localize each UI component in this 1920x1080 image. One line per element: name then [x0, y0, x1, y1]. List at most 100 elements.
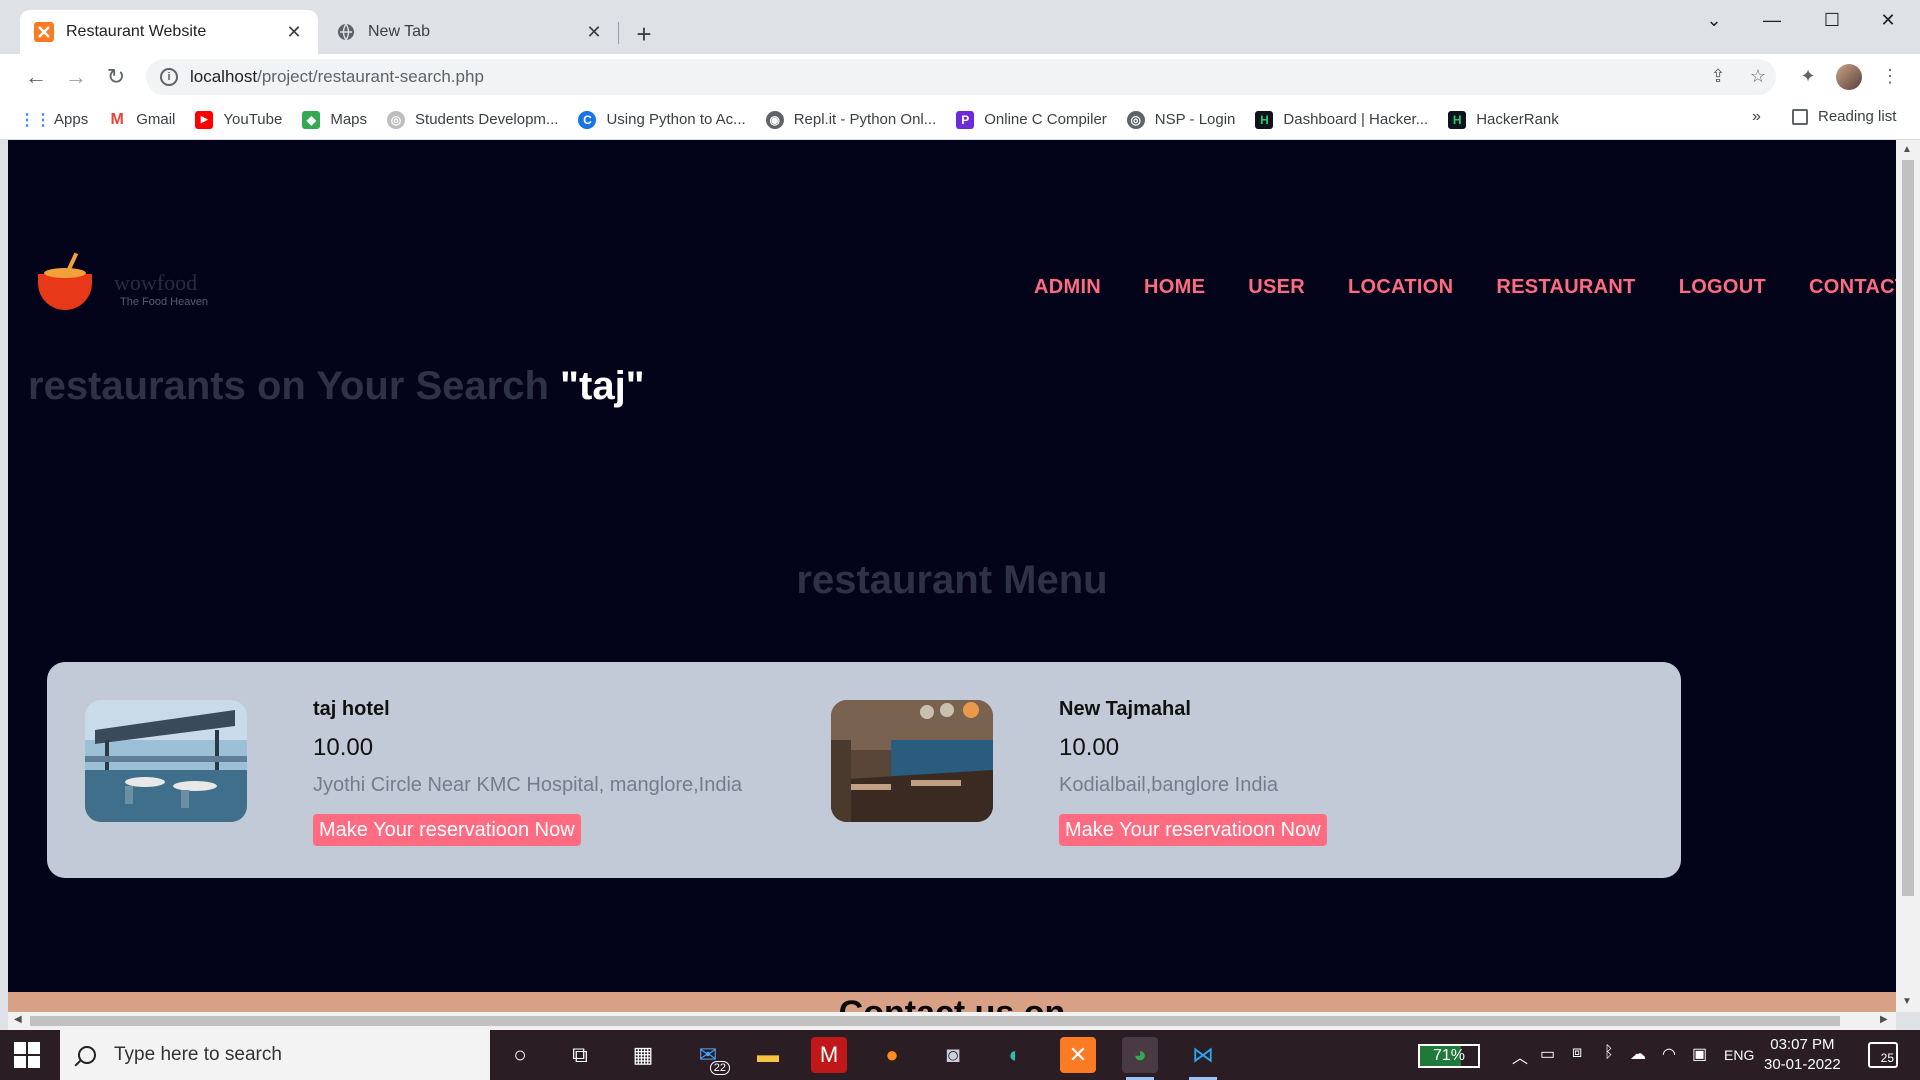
- logo-tagline: The Food Heaven: [120, 296, 209, 308]
- bookmark-apps[interactable]: ⋮⋮ Apps: [19, 111, 89, 129]
- onedrive-cloud-icon[interactable]: ☁: [1630, 1044, 1646, 1064]
- microsoft-store-icon[interactable]: ▦: [625, 1037, 661, 1073]
- compiler-icon: P: [956, 110, 975, 129]
- mail-badge: 22: [709, 1061, 730, 1075]
- forward-arrow-icon[interactable]: →: [60, 61, 92, 93]
- bluetooth-icon[interactable]: ᛒ: [1604, 1044, 1614, 1062]
- maximize-icon[interactable]: ☐: [1804, 0, 1860, 40]
- address-bar[interactable]: i localhost/project/restaurant-search.ph…: [146, 59, 1776, 95]
- tab-new-tab[interactable]: New Tab ✕: [322, 10, 618, 54]
- taskbar-search-box[interactable]: Type here to search: [60, 1030, 490, 1080]
- system-clock[interactable]: 03:07 PM 30-01-2022: [1764, 1035, 1841, 1075]
- windows-start-icon[interactable]: [14, 1042, 40, 1068]
- bookmark-hackerrank[interactable]: H HackerRank: [1448, 110, 1559, 129]
- nav-contact[interactable]: CONTACT: [1809, 276, 1896, 299]
- tab-restaurant-website[interactable]: Restaurant Website ✕: [20, 10, 318, 54]
- vscode-icon[interactable]: ⋈: [1185, 1037, 1221, 1080]
- contact-section: Contact us on: [8, 992, 1896, 1012]
- bookmark-label: Repl.it - Python Onl...: [793, 111, 937, 128]
- bookmark-students-development[interactable]: ◎ Students Developm...: [387, 110, 558, 129]
- vertical-scroll-thumb[interactable]: [1902, 160, 1914, 896]
- horizontal-scroll-thumb[interactable]: [30, 1016, 1840, 1026]
- cortana-circle-icon[interactable]: ○: [502, 1037, 538, 1073]
- profile-avatar[interactable]: [1836, 64, 1862, 90]
- bookmark-label: YouTube: [223, 111, 283, 128]
- notification-center-icon[interactable]: 25: [1868, 1042, 1898, 1068]
- scroll-right-arrow-icon[interactable]: ▶: [1880, 1014, 1888, 1025]
- scroll-up-arrow-icon[interactable]: ▲: [1902, 144, 1912, 155]
- file-explorer-icon[interactable]: ▬: [750, 1037, 786, 1073]
- back-arrow-icon[interactable]: ←: [20, 61, 52, 93]
- scroll-down-arrow-icon[interactable]: ▼: [1902, 996, 1912, 1007]
- windows-taskbar: Type here to search ○ ⧉ ▦ ✉ 22 ▬ M ● ◙ ◐ …: [0, 1030, 1920, 1080]
- reading-list-label: Reading list: [1818, 108, 1897, 125]
- nav-user[interactable]: USER: [1248, 276, 1305, 299]
- share-icon[interactable]: ⇪: [1704, 62, 1732, 90]
- extensions-puzzle-icon[interactable]: ✦: [1794, 62, 1822, 90]
- bookmark-online-c-compiler[interactable]: P Online C Compiler: [956, 110, 1107, 129]
- bookmarks-overflow-icon[interactable]: »: [1752, 108, 1761, 126]
- bookmark-star-icon[interactable]: ☆: [1744, 62, 1772, 90]
- restaurant-name: New Tajmahal: [1059, 698, 1191, 720]
- task-view-icon[interactable]: ⧉: [562, 1037, 598, 1073]
- youtube-icon: ▶: [195, 110, 214, 129]
- scroll-left-arrow-icon[interactable]: ◀: [14, 1014, 22, 1025]
- close-window-icon[interactable]: ✕: [1860, 0, 1916, 40]
- bookmark-label: Dashboard | Hacker...: [1283, 111, 1429, 128]
- bookmark-dashboard-hackerrank[interactable]: H Dashboard | Hacker...: [1255, 110, 1429, 129]
- reservation-button[interactable]: Make Your reservatioon Now: [1059, 814, 1327, 846]
- close-tab-icon[interactable]: ✕: [584, 22, 604, 42]
- firefox-icon[interactable]: ●: [874, 1037, 910, 1073]
- tab-search-chevron-icon[interactable]: ⌄: [1686, 0, 1742, 40]
- nav-logout[interactable]: LOGOUT: [1679, 276, 1766, 299]
- bookmark-gmail[interactable]: M Gmail: [108, 111, 176, 129]
- new-tab-plus-icon[interactable]: +: [628, 18, 660, 50]
- reading-list-button[interactable]: Reading list: [1792, 108, 1896, 125]
- url-host: localhost: [190, 67, 258, 86]
- bookmark-nsp-login[interactable]: ◎ NSP - Login: [1126, 110, 1235, 129]
- contact-heading: Contact us on: [8, 994, 1896, 1012]
- globe-icon: ◎: [1126, 110, 1145, 129]
- bookmark-label: Online C Compiler: [984, 111, 1107, 128]
- nav-home[interactable]: HOME: [1144, 276, 1205, 299]
- network-icon[interactable]: ▣: [1692, 1044, 1707, 1064]
- hackerrank-icon: H: [1448, 110, 1467, 129]
- bookmark-using-python[interactable]: C Using Python to Ac...: [578, 110, 746, 129]
- reservation-button[interactable]: Make Your reservatioon Now: [313, 814, 581, 846]
- wifi-icon[interactable]: ◠: [1662, 1044, 1676, 1064]
- camera-icon[interactable]: ◙: [935, 1037, 971, 1073]
- bookmark-maps[interactable]: ◆ Maps: [302, 110, 367, 129]
- edge-icon[interactable]: ◐: [997, 1037, 1033, 1073]
- close-tab-icon[interactable]: ✕: [284, 22, 304, 42]
- bookmark-replit[interactable]: ◉ Repl.it - Python Onl...: [765, 110, 937, 129]
- language-indicator[interactable]: ENG: [1724, 1047, 1754, 1063]
- browser-toolbar: ← → ↻ i localhost/project/restaurant-sea…: [0, 54, 1920, 100]
- clock-date: 30-01-2022: [1764, 1056, 1841, 1073]
- battery-indicator[interactable]: 71%: [1418, 1044, 1480, 1068]
- site-info-icon[interactable]: i: [160, 68, 178, 86]
- nav-location[interactable]: LOCATION: [1348, 276, 1453, 299]
- site-logo[interactable]: wowfood The Food Heaven: [32, 252, 232, 322]
- vertical-scrollbar[interactable]: ▲ ▼: [1896, 140, 1920, 1012]
- page-viewport: wowfood The Food Heaven ADMIN HOME USER …: [8, 140, 1896, 1012]
- reload-icon[interactable]: ↻: [100, 61, 132, 93]
- bookmark-youtube[interactable]: ▶ YouTube: [195, 110, 283, 129]
- chrome-icon[interactable]: ◕: [1122, 1037, 1158, 1080]
- mcafee-icon[interactable]: M: [811, 1037, 847, 1073]
- meet-now-icon[interactable]: ⧈: [1572, 1044, 1582, 1062]
- minimize-icon[interactable]: —: [1744, 0, 1800, 40]
- bowl-icon: [38, 268, 92, 310]
- maps-icon: ◆: [302, 110, 321, 129]
- nav-restaurant[interactable]: RESTAURANT: [1496, 276, 1635, 299]
- bookmark-label: Using Python to Ac...: [606, 111, 746, 128]
- chrome-menu-icon[interactable]: ⋮: [1876, 62, 1904, 90]
- apps-grid-icon: ⋮⋮: [19, 111, 51, 129]
- xampp-icon[interactable]: ✕: [1060, 1037, 1096, 1073]
- bookmark-label: Apps: [54, 111, 89, 128]
- nav-admin[interactable]: ADMIN: [1034, 276, 1101, 299]
- horizontal-scrollbar[interactable]: ◀ ▶: [8, 1012, 1896, 1030]
- show-hidden-icons-icon[interactable]: ︿: [1512, 1044, 1528, 1068]
- globe-icon: ◎: [387, 110, 406, 129]
- battery-tray-icon[interactable]: ▭: [1540, 1044, 1555, 1064]
- mail-icon[interactable]: ✉ 22: [690, 1037, 730, 1075]
